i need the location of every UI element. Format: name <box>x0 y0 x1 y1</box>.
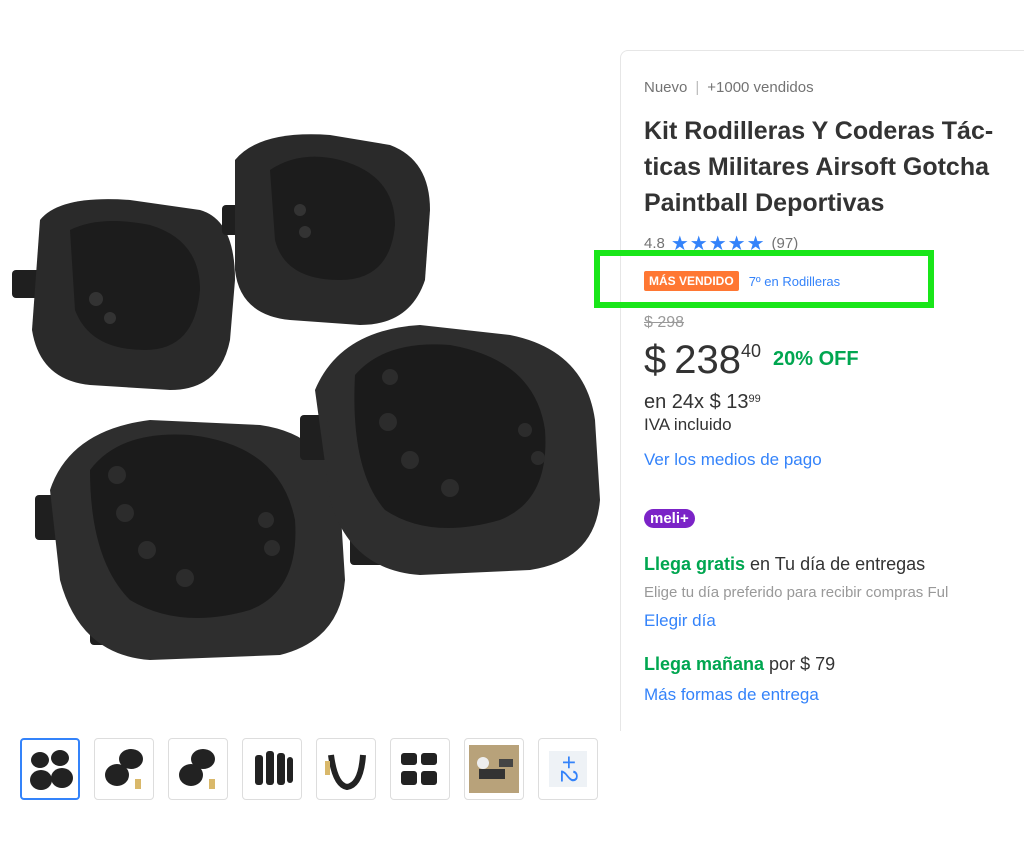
highlight-box <box>594 250 934 308</box>
knee-pad-left <box>35 420 345 660</box>
price-currency: $ <box>644 338 667 382</box>
tax-note: IVA incluido <box>644 415 732 434</box>
kneepads-image <box>12 134 600 660</box>
original-price: $ 298 <box>644 314 685 331</box>
tomorrow-shipping-price: por $ 79 <box>764 654 836 674</box>
free-shipping-detail: en Tu día de entregas <box>745 554 926 574</box>
knee-pad-right <box>300 325 600 575</box>
product-main-image[interactable] <box>0 100 615 700</box>
thumbnail-3[interactable] <box>168 738 228 800</box>
price-integer: 238 <box>674 338 741 382</box>
installments: en 24x $ 13 99 <box>644 391 761 414</box>
payment-methods-link[interactable]: Ver los medios de pago <box>644 450 822 470</box>
thumbnail-5[interactable] <box>316 738 376 800</box>
product-title-line3: Paintball Deportivas <box>644 189 885 217</box>
meli-plus-badge: meli+ <box>644 509 695 528</box>
product-subtitle: Nuevo | +1000 vendidos <box>644 79 814 96</box>
more-delivery-options-link[interactable]: Más formas de entrega <box>644 685 819 705</box>
buy-box-panel: Nuevo | +1000 vendidos Kit Rodilleras Y Co… <box>620 50 1024 731</box>
elbow-pad-right <box>222 134 430 325</box>
free-shipping-subtext: Elige tu día preferido para recibir comp… <box>644 584 949 601</box>
sold-count: +1000 vendidos <box>707 79 814 96</box>
price: $ 238 40 20% OFF <box>644 336 859 384</box>
condition-label: Nuevo <box>644 79 688 96</box>
tomorrow-shipping-label: Llega mañana <box>644 654 765 674</box>
more-images-count: +2 <box>555 755 582 783</box>
thumbnail-4[interactable] <box>242 738 302 800</box>
tomorrow-shipping-info: Llega mañana por $ 79 <box>644 654 835 675</box>
choose-day-link[interactable]: Elegir día <box>644 611 716 631</box>
product-title-line2: ticas Militares Airsoft Gotcha <box>644 153 989 181</box>
elbow-pad-left <box>12 199 235 390</box>
thumbnail-2[interactable] <box>94 738 154 800</box>
thumbnail-1[interactable] <box>20 738 80 800</box>
free-shipping-label: Llega gratis <box>644 554 746 574</box>
installments-cents: 99 <box>748 393 761 405</box>
discount-label: 20% OFF <box>773 348 859 370</box>
separator: | <box>695 79 700 96</box>
installments-amount: en 24x $ 13 <box>644 391 749 413</box>
thumbnail-strip: +2 <box>20 738 598 800</box>
price-cents: 40 <box>741 341 762 361</box>
product-title-line1: Kit Rodilleras Y Coderas Tác- <box>644 117 994 145</box>
thumbnail-7[interactable] <box>464 738 524 800</box>
thumbnail-6[interactable] <box>390 738 450 800</box>
product-title: Kit Rodilleras Y Coderas Tác- ticas Mili… <box>644 113 1024 221</box>
free-shipping-info: Llega gratis en Tu día de entregas <box>644 554 925 575</box>
thumbnail-more[interactable]: +2 <box>538 738 598 800</box>
